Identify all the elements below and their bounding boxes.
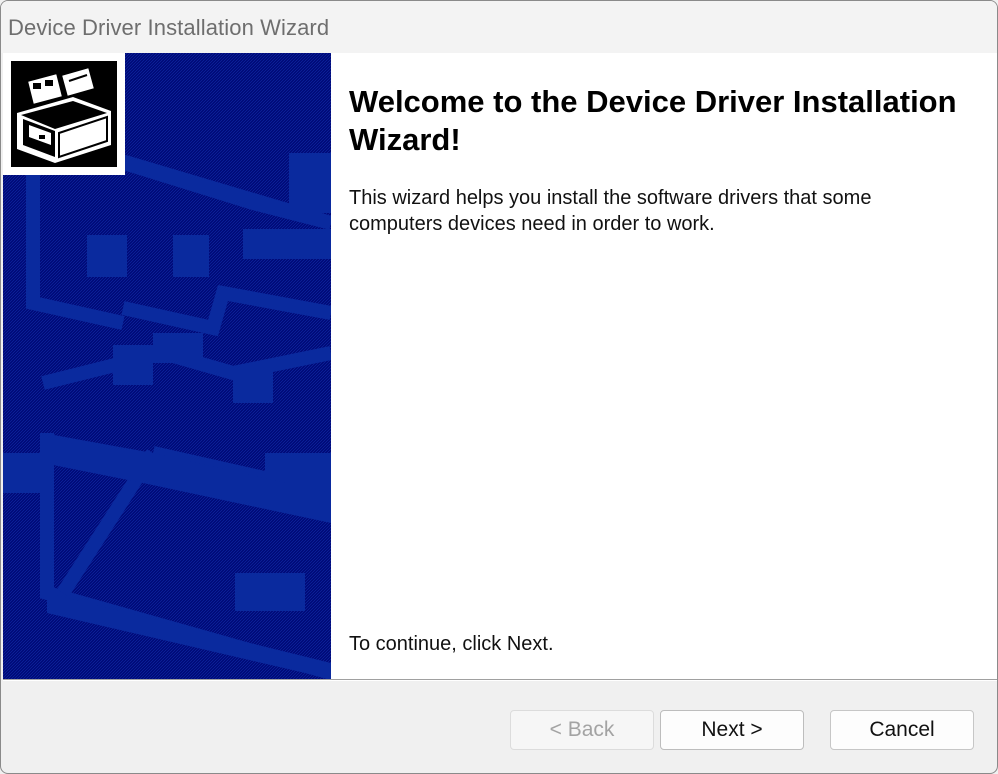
wizard-heading: Welcome to the Device Driver Installatio…	[349, 84, 957, 157]
wizard-main: Welcome to the Device Driver Installatio…	[349, 53, 969, 679]
wizard-banner	[3, 53, 331, 679]
wizard-intro-text: This wizard helps you install the softwa…	[349, 187, 872, 235]
device-install-icon	[3, 53, 125, 175]
cancel-button[interactable]: Cancel	[830, 710, 974, 750]
next-button[interactable]: Next >	[660, 710, 804, 750]
title-bar[interactable]: Device Driver Installation Wizard	[1, 1, 997, 53]
wizard-window: Device Driver Installation Wizard Welcom…	[0, 0, 998, 774]
continue-hint: To continue, click Next.	[349, 633, 554, 655]
footer-divider-highlight	[3, 680, 997, 681]
back-button[interactable]: < Back	[510, 710, 654, 750]
wizard-content: Welcome to the Device Driver Installatio…	[3, 53, 997, 679]
window-title: Device Driver Installation Wizard	[8, 15, 330, 40]
